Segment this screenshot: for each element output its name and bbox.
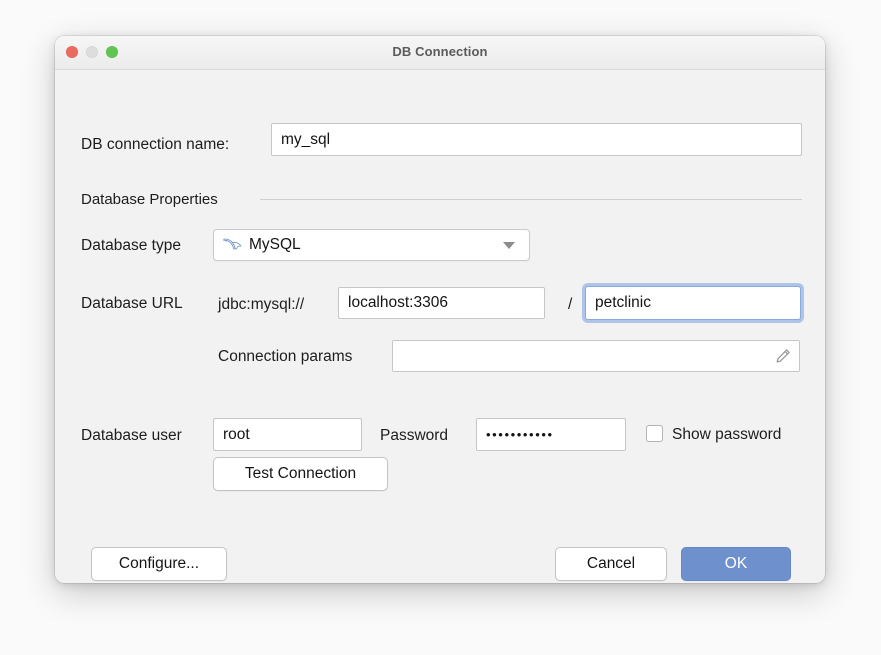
database-properties-section-title: Database Properties (81, 191, 218, 208)
window-titlebar: DB Connection (55, 36, 825, 70)
connection-name-input[interactable]: my_sql (271, 123, 802, 156)
database-name-input[interactable]: petclinic (585, 286, 801, 320)
database-type-select[interactable]: MySQL (213, 229, 530, 261)
connection-name-label: DB connection name: (81, 137, 229, 153)
database-user-input[interactable]: root (213, 418, 362, 451)
section-divider (260, 199, 802, 200)
password-input[interactable]: ••••••••••• (476, 418, 626, 451)
show-password-label: Show password (672, 427, 781, 443)
database-user-label: Database user (81, 428, 182, 444)
window-title: DB Connection (55, 44, 825, 59)
configure-button[interactable]: Configure... (91, 547, 227, 581)
mysql-dolphin-icon (222, 236, 242, 254)
database-host-input[interactable]: localhost:3306 (338, 287, 545, 319)
chevron-down-icon (503, 242, 515, 249)
database-type-label: Database type (81, 238, 181, 254)
jdbc-url-prefix: jdbc:mysql:// (218, 297, 304, 313)
pencil-icon[interactable] (775, 348, 791, 364)
dialog-body: DB connection name: my_sql Database Prop… (55, 70, 825, 583)
connection-params-label: Connection params (218, 349, 352, 365)
connection-params-input[interactable] (392, 340, 800, 372)
ok-button[interactable]: OK (681, 547, 791, 581)
show-password-checkbox[interactable] (646, 425, 663, 442)
cancel-button[interactable]: Cancel (555, 547, 667, 581)
test-connection-button[interactable]: Test Connection (213, 457, 388, 491)
url-path-separator: / (568, 297, 572, 313)
database-type-value: MySQL (249, 236, 301, 254)
database-url-label: Database URL (81, 296, 183, 312)
password-label: Password (380, 428, 448, 444)
db-connection-dialog: DB Connection DB connection name: my_sql… (55, 36, 825, 583)
